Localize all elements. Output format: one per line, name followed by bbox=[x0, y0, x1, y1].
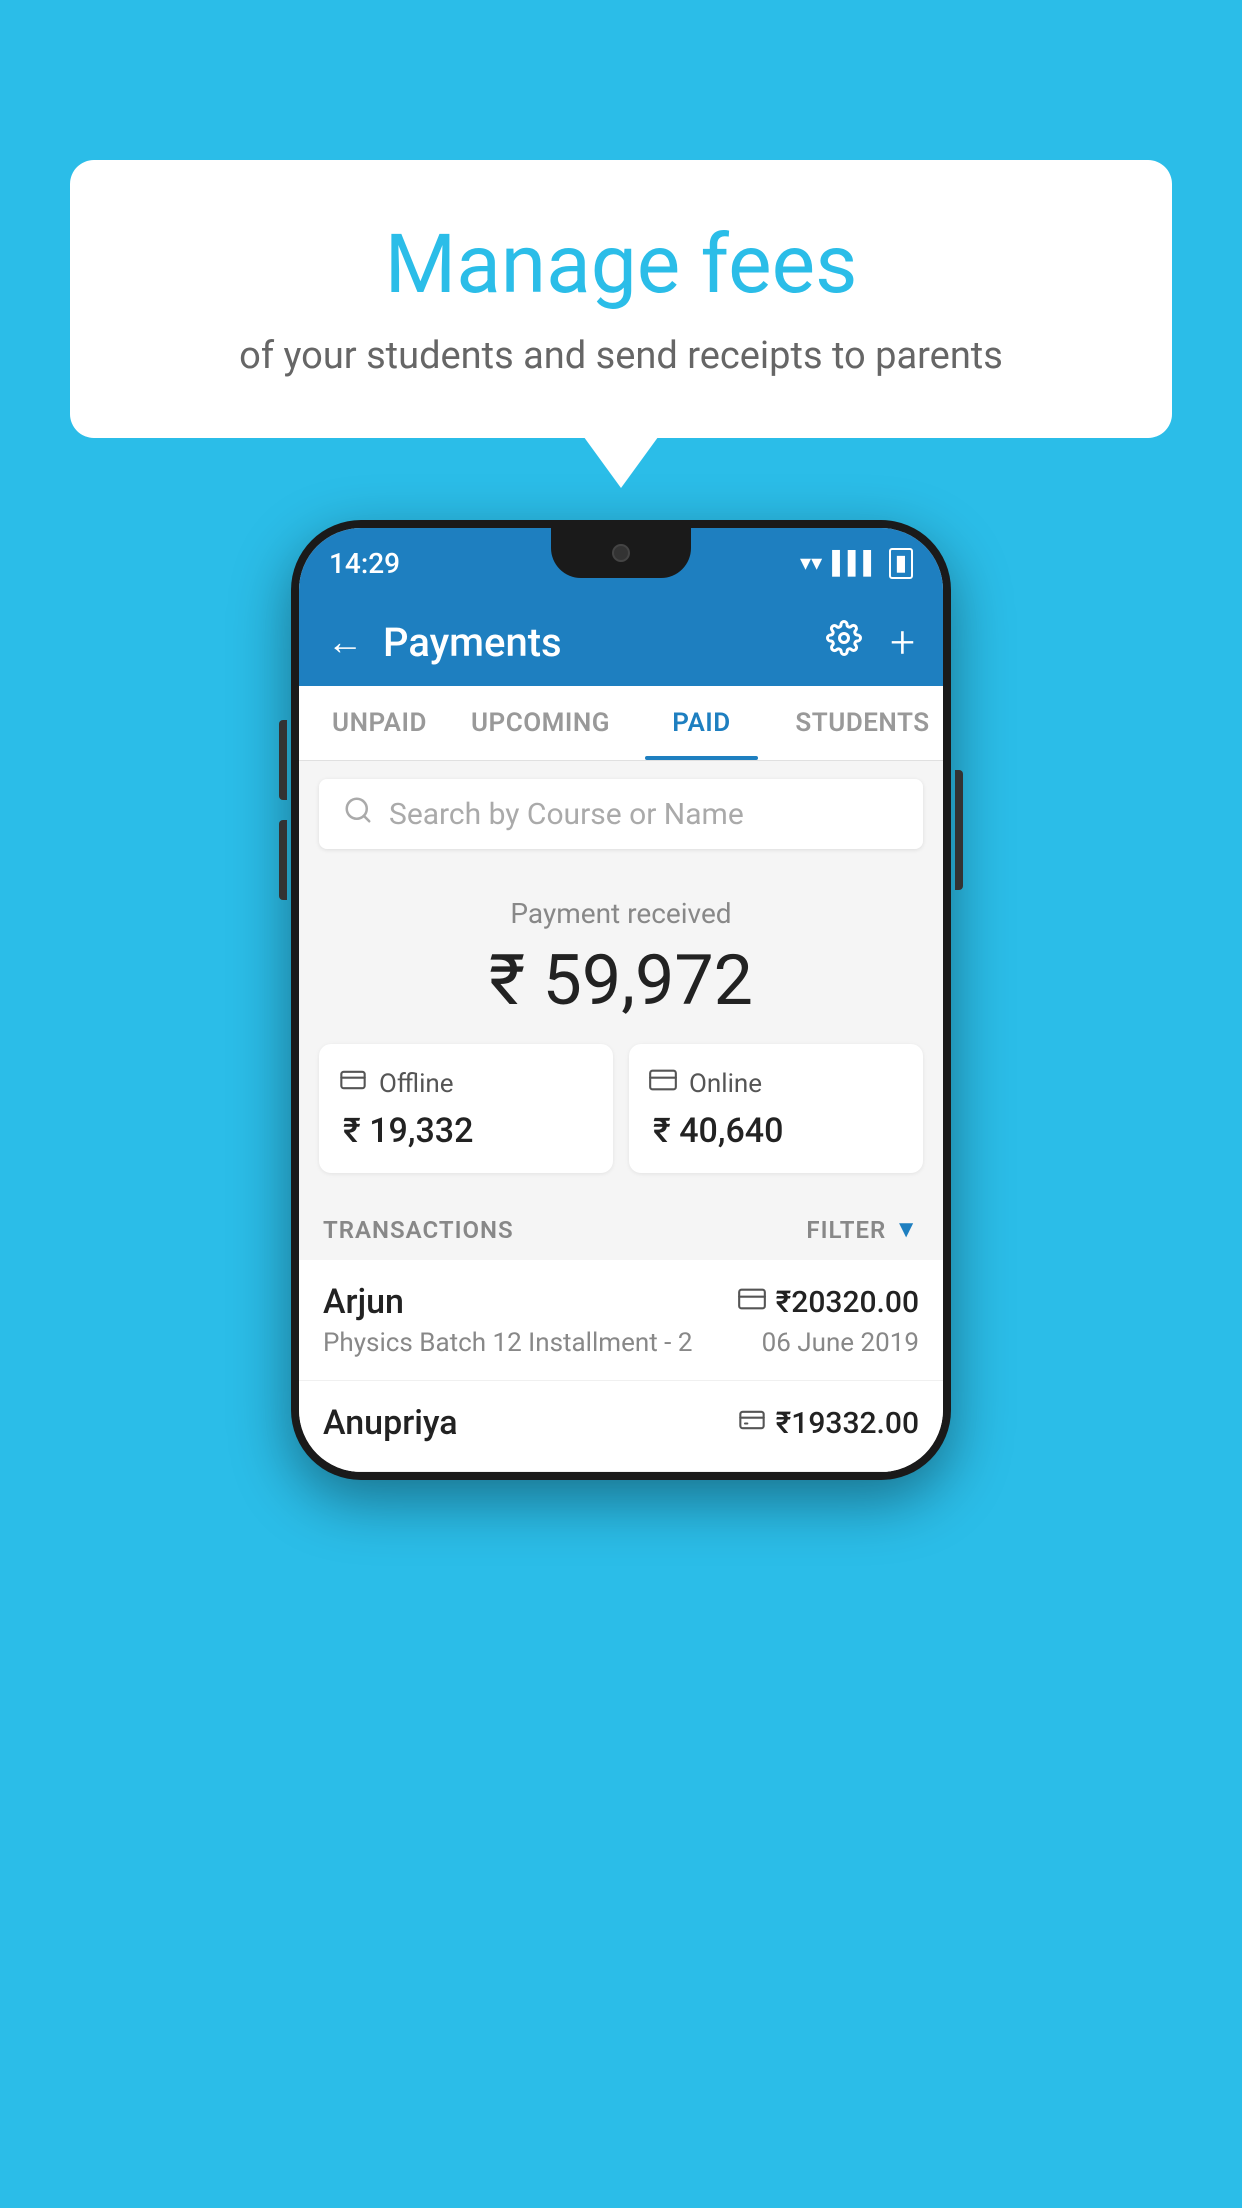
phone-frame: 14:29 ▾▾ ▌▌▌ ▮ ← Payments bbox=[291, 520, 951, 1480]
tab-paid[interactable]: PAID bbox=[621, 686, 782, 760]
transaction-name-2: Anupriya bbox=[323, 1403, 458, 1443]
payment-type-icon-1 bbox=[738, 1285, 766, 1320]
notch bbox=[551, 528, 691, 578]
status-icons: ▾▾ ▌▌▌ ▮ bbox=[800, 548, 913, 579]
camera bbox=[612, 544, 630, 562]
search-container: Search by Course or Name bbox=[299, 761, 943, 867]
transactions-header: TRANSACTIONS FILTER ▼ bbox=[299, 1193, 943, 1260]
payment-total-amount: ₹ 59,972 bbox=[319, 940, 923, 1022]
settings-icon[interactable] bbox=[826, 620, 862, 665]
power-button bbox=[955, 770, 963, 890]
transaction-course-1: Physics Batch 12 Installment - 2 bbox=[323, 1328, 692, 1358]
online-label: Online bbox=[689, 1069, 762, 1099]
tabs-bar: UNPAID UPCOMING PAID STUDENTS bbox=[299, 686, 943, 761]
search-input[interactable]: Search by Course or Name bbox=[389, 797, 744, 832]
app-header: ← Payments + bbox=[299, 598, 943, 686]
volume-down-button bbox=[279, 820, 287, 900]
back-button[interactable]: ← bbox=[327, 621, 363, 663]
phone-screen: 14:29 ▾▾ ▌▌▌ ▮ ← Payments bbox=[299, 528, 943, 1472]
transaction-list: Arjun ₹20320.00 Physics Batch 12 Install… bbox=[299, 1260, 943, 1472]
transaction-amount-right-2: ₹19332.00 bbox=[738, 1406, 919, 1441]
status-bar: 14:29 ▾▾ ▌▌▌ ▮ bbox=[299, 528, 943, 598]
online-amount: ₹ 40,640 bbox=[649, 1111, 903, 1151]
bubble-title: Manage fees bbox=[120, 220, 1122, 310]
payment-received-label: Payment received bbox=[319, 897, 923, 930]
tab-upcoming[interactable]: UPCOMING bbox=[460, 686, 621, 760]
status-time: 14:29 bbox=[329, 547, 400, 580]
header-right: + bbox=[826, 616, 915, 668]
search-icon bbox=[343, 795, 373, 833]
offline-icon bbox=[339, 1066, 367, 1101]
transaction-amount-right-1: ₹20320.00 bbox=[738, 1285, 919, 1320]
online-card-header: Online bbox=[649, 1066, 903, 1101]
filter-icon: ▼ bbox=[894, 1215, 919, 1244]
transaction-amount-1: ₹20320.00 bbox=[776, 1285, 919, 1320]
signal-icon: ▌▌▌ bbox=[832, 550, 879, 576]
transaction-amount-2: ₹19332.00 bbox=[776, 1406, 919, 1441]
volume-up-button bbox=[279, 720, 287, 800]
payment-cards: Offline ₹ 19,332 Online bbox=[319, 1044, 923, 1173]
page-title: Payments bbox=[383, 619, 562, 666]
table-row[interactable]: Anupriya ₹19332.00 bbox=[299, 1381, 943, 1472]
online-icon bbox=[649, 1066, 677, 1101]
offline-label: Offline bbox=[379, 1069, 454, 1099]
online-card: Online ₹ 40,640 bbox=[629, 1044, 923, 1173]
header-left: ← Payments bbox=[327, 619, 562, 666]
bubble-subtitle: of your students and send receipts to pa… bbox=[120, 330, 1122, 383]
table-row[interactable]: Arjun ₹20320.00 Physics Batch 12 Install… bbox=[299, 1260, 943, 1381]
offline-amount: ₹ 19,332 bbox=[339, 1111, 593, 1151]
transactions-label: TRANSACTIONS bbox=[323, 1216, 514, 1244]
speech-bubble: Manage fees of your students and send re… bbox=[70, 160, 1172, 438]
transaction-name-1: Arjun bbox=[323, 1282, 404, 1322]
speech-bubble-container: Manage fees of your students and send re… bbox=[70, 160, 1172, 438]
transaction-top-2: Anupriya ₹19332.00 bbox=[323, 1403, 919, 1443]
transaction-bottom-1: Physics Batch 12 Installment - 2 06 June… bbox=[323, 1328, 919, 1358]
transaction-date-1: 06 June 2019 bbox=[762, 1328, 919, 1358]
payment-type-icon-2 bbox=[738, 1406, 766, 1441]
wifi-icon: ▾▾ bbox=[800, 551, 822, 576]
offline-card: Offline ₹ 19,332 bbox=[319, 1044, 613, 1173]
tab-students[interactable]: STUDENTS bbox=[782, 686, 943, 760]
add-icon[interactable]: + bbox=[890, 616, 915, 668]
offline-card-header: Offline bbox=[339, 1066, 593, 1101]
filter-label: FILTER bbox=[806, 1216, 886, 1244]
search-bar[interactable]: Search by Course or Name bbox=[319, 779, 923, 849]
battery-icon: ▮ bbox=[889, 548, 913, 579]
filter-button[interactable]: FILTER ▼ bbox=[806, 1215, 919, 1244]
payment-summary: Payment received ₹ 59,972 Offline ₹ bbox=[299, 867, 943, 1193]
transaction-top-1: Arjun ₹20320.00 bbox=[323, 1282, 919, 1322]
tab-unpaid[interactable]: UNPAID bbox=[299, 686, 460, 760]
